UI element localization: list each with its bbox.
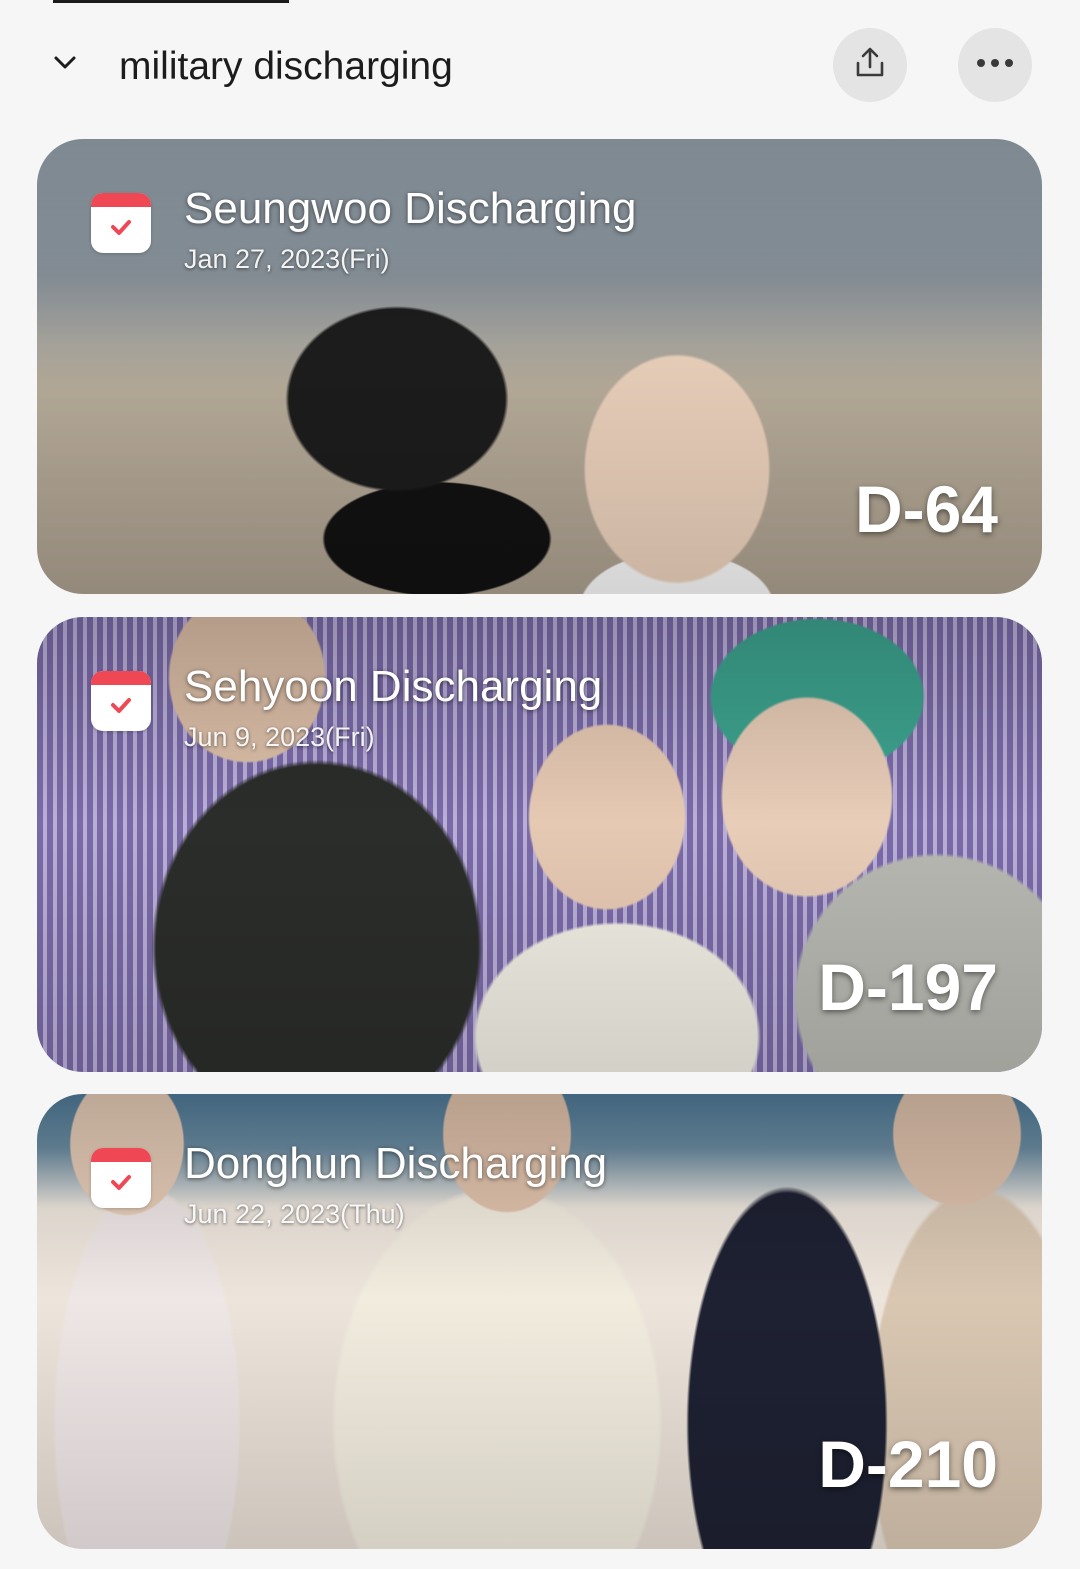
dday-counter: D-210	[818, 1427, 998, 1501]
more-options-button[interactable]	[958, 28, 1032, 102]
share-icon	[852, 45, 888, 86]
event-date: Jan 27, 2023(Fri)	[184, 244, 390, 274]
calendar-check-icon	[91, 193, 151, 253]
event-date: Jun 9, 2023(Fri)	[184, 722, 375, 752]
group-title: military discharging	[119, 45, 453, 88]
group-header: military discharging	[0, 0, 1080, 130]
chevron-down-icon	[53, 55, 77, 76]
event-title: Seungwoo Discharging	[184, 184, 637, 233]
collapse-button[interactable]	[44, 44, 86, 86]
event-date: Jun 22, 2023(Thu)	[184, 1199, 405, 1229]
event-card[interactable]: Donghun Discharging Jun 22, 2023(Thu) D-…	[37, 1094, 1042, 1549]
event-card[interactable]: Seungwoo Discharging Jan 27, 2023(Fri) D…	[37, 139, 1042, 594]
dday-counter: D-64	[854, 472, 998, 546]
event-title: Sehyoon Discharging	[184, 662, 603, 711]
event-title: Donghun Discharging	[184, 1139, 608, 1188]
calendar-check-icon	[91, 671, 151, 731]
dday-counter: D-197	[818, 950, 998, 1024]
share-button[interactable]	[833, 28, 907, 102]
calendar-check-icon	[91, 1148, 151, 1208]
event-card[interactable]: Sehyoon Discharging Jun 9, 2023(Fri) D-1…	[37, 617, 1042, 1072]
more-horizontal-icon	[975, 56, 1015, 74]
